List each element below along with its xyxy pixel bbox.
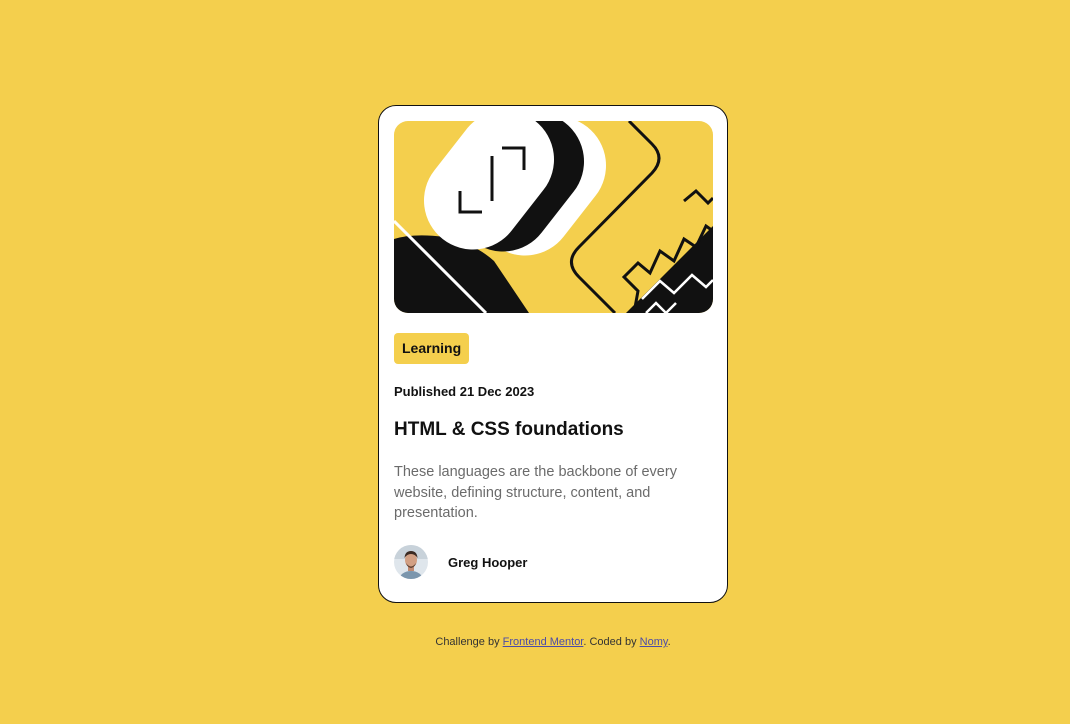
author-info: Greg Hooper bbox=[394, 545, 527, 579]
attribution-middle: . Coded by bbox=[583, 636, 640, 648]
attribution-suffix: . bbox=[667, 636, 671, 648]
frontend-mentor-link[interactable]: Frontend Mentor bbox=[503, 636, 584, 648]
coder-link[interactable]: Nomy bbox=[640, 636, 668, 648]
card-title[interactable]: HTML & CSS foundations bbox=[394, 419, 624, 441]
category-tag[interactable]: Learning bbox=[394, 333, 470, 364]
attribution-prefix: Challenge by bbox=[435, 636, 503, 648]
author-name: Greg Hooper bbox=[448, 554, 528, 570]
blog-preview-card: Learning Published 21 Dec 2023 HTML & CS… bbox=[378, 105, 728, 603]
avatar-portrait-graphic bbox=[394, 545, 428, 579]
attribution-footer: Challenge by Frontend Mentor. Coded by N… bbox=[0, 636, 1070, 648]
card-description: These languages are the backbone of ever… bbox=[394, 464, 677, 521]
hero-illustration bbox=[394, 121, 713, 313]
abstract-illustration-graphic bbox=[394, 121, 713, 313]
author-avatar bbox=[394, 545, 428, 579]
published-date: Published 21 Dec 2023 bbox=[394, 384, 535, 399]
